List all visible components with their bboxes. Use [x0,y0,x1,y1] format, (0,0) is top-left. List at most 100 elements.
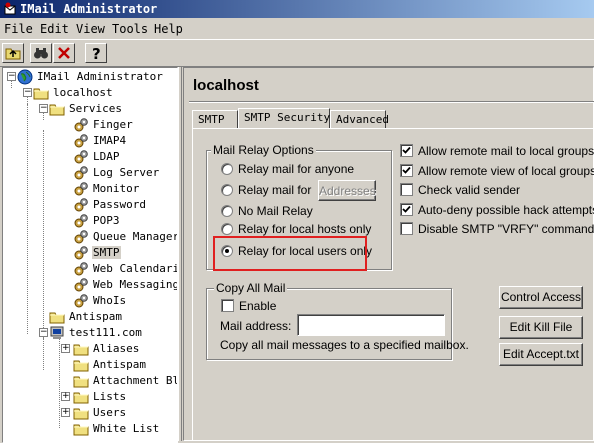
gear-icon [74,182,88,196]
radio-relay-for[interactable] [221,184,233,196]
edit-kill-file-button[interactable]: Edit Kill File [499,316,583,339]
collapse-services-toggle[interactable]: − [39,104,48,113]
tree-item-whois-label: WhoIs [93,294,127,307]
radio-relay-anyone[interactable] [221,163,233,175]
expand-aliases-toggle[interactable]: + [61,344,70,353]
window-title: IMail Administrator [20,2,158,16]
toolbar: ? [0,39,594,67]
title-bar: IMail Administrator [0,0,594,18]
tree-item-password-label: Password [93,198,146,211]
menu-help[interactable]: Help [154,22,183,36]
checkbox-5[interactable] [400,222,413,235]
tree-item-domain-antispam-label: Antispam [93,358,146,371]
radio-relay-local-hosts[interactable] [221,223,233,235]
collapse-domain-toggle[interactable]: − [39,328,48,337]
menu-tools[interactable]: Tools [112,22,148,36]
gear-icon [74,118,88,132]
checkbox-1[interactable] [400,144,413,157]
tree-item-domain-white-list-label: White List [93,422,160,435]
gear-icon [74,134,88,148]
radio-relay-local-hosts-label[interactable]: Relay for local hosts only [238,222,371,236]
tree-item-services-label: Services [69,102,122,115]
tree-item-web-calendari-label: Web Calendari [93,262,178,275]
collapse-localhost-toggle[interactable]: − [23,88,32,97]
app-window: IMail Administrator File Edit View Tools… [0,0,594,443]
delete-icon [58,47,70,59]
checkbox-4[interactable] [400,203,413,216]
checkmark-icon [402,166,411,174]
svg-text:?: ? [92,45,101,61]
tree-item-log-server-label: Log Server [93,166,160,179]
checkbox-3[interactable] [400,183,413,196]
tree-item-domain-users-label: Users [93,406,127,419]
tree-item-queue-manager-label: Queue Manager [93,230,178,243]
edit-accept-button[interactable]: Edit Accept.txt [499,343,583,366]
title-divider [189,101,594,103]
tree-item-ldap-label: LDAP [93,150,120,163]
find-button[interactable] [30,43,52,63]
gear-icon [74,198,88,212]
expand-lists-toggle[interactable]: + [61,392,70,401]
menu-bar: File Edit View Tools Help [0,19,594,38]
checkbox-label-5[interactable]: Disable SMTP "VRFY" command [418,222,594,236]
collapse-root-toggle[interactable]: − [7,72,16,81]
folder-icon [49,312,65,324]
page-title: localhost [193,77,259,94]
radio-relay-anyone-label[interactable]: Relay mail for anyone [238,162,354,176]
checkbox-2[interactable] [400,164,413,177]
gear-icon [74,262,88,276]
pane-splitter[interactable] [178,67,182,441]
checkbox-label-3[interactable]: Check valid sender [418,183,520,197]
radio-no-relay-label[interactable]: No Mail Relay [238,204,313,218]
tree-item-domain-attachment-bl-label: Attachment Bl [93,374,178,387]
tree-item-root-label: IMail Administrator [37,70,163,83]
folder-icon [73,360,89,372]
addresses-button[interactable]: Addresses [318,180,376,201]
computer-icon [50,326,64,339]
folder-open-icon [49,104,65,116]
checkmark-icon [402,146,411,154]
checkbox-label-1[interactable]: Allow remote mail to local groups [418,144,594,158]
copy-all-description: Copy all mail messages to a specified ma… [220,338,469,352]
control-access-button[interactable]: Control Access [499,286,583,309]
tab-smtp[interactable]: SMTP [192,110,238,128]
copy-all-mail-group-label: Copy All Mail [214,281,288,295]
enable-copy-label[interactable]: Enable [239,299,276,313]
gear-icon [74,150,88,164]
expand-users-toggle[interactable]: + [61,408,70,417]
menu-file[interactable]: File [4,22,33,36]
enable-copy-checkbox[interactable] [221,299,234,312]
tree-item-domain-label: test111.com [69,326,142,339]
help-button[interactable]: ? [85,43,107,63]
delete-button[interactable] [53,43,75,63]
mail-relay-group-label: Mail Relay Options [211,143,316,157]
gear-icon [74,294,88,308]
tree-item-web-messaging-label: Web Messaging [93,278,178,291]
menu-view[interactable]: View [76,22,105,36]
tree-item-imap4-label: IMAP4 [93,134,127,147]
menu-edit[interactable]: Edit [40,22,69,36]
tree-item-domain-lists-label: Lists [93,390,127,403]
gear-icon [74,214,88,228]
checkbox-label-4[interactable]: Auto-deny possible hack attempts [418,203,594,217]
mail-address-label: Mail address: [220,319,292,333]
up-folder-icon [5,48,21,60]
tree-item-pop3-label: POP3 [93,214,120,227]
folder-icon [73,344,89,356]
tab-advanced[interactable]: Advanced [330,110,389,128]
folder-icon [33,88,49,100]
highlight-box [213,236,367,271]
up-folder-button[interactable] [2,43,24,63]
radio-no-relay[interactable] [221,205,233,217]
tree-item-smtp-label: SMTP [92,246,121,259]
mail-address-input[interactable] [297,314,445,336]
tab-smtp-security[interactable]: SMTP Security [238,108,330,128]
checkbox-label-2[interactable]: Allow remote view of local groups [418,164,594,178]
gear-icon [74,230,88,244]
folder-icon [73,408,89,420]
radio-relay-for-label[interactable]: Relay mail for [238,183,311,197]
checkmark-icon [402,205,411,213]
gear-icon [74,166,88,180]
globe-icon [17,69,33,85]
tree-view[interactable]: − IMail Administrator − localhost − Services F… [2,67,178,443]
